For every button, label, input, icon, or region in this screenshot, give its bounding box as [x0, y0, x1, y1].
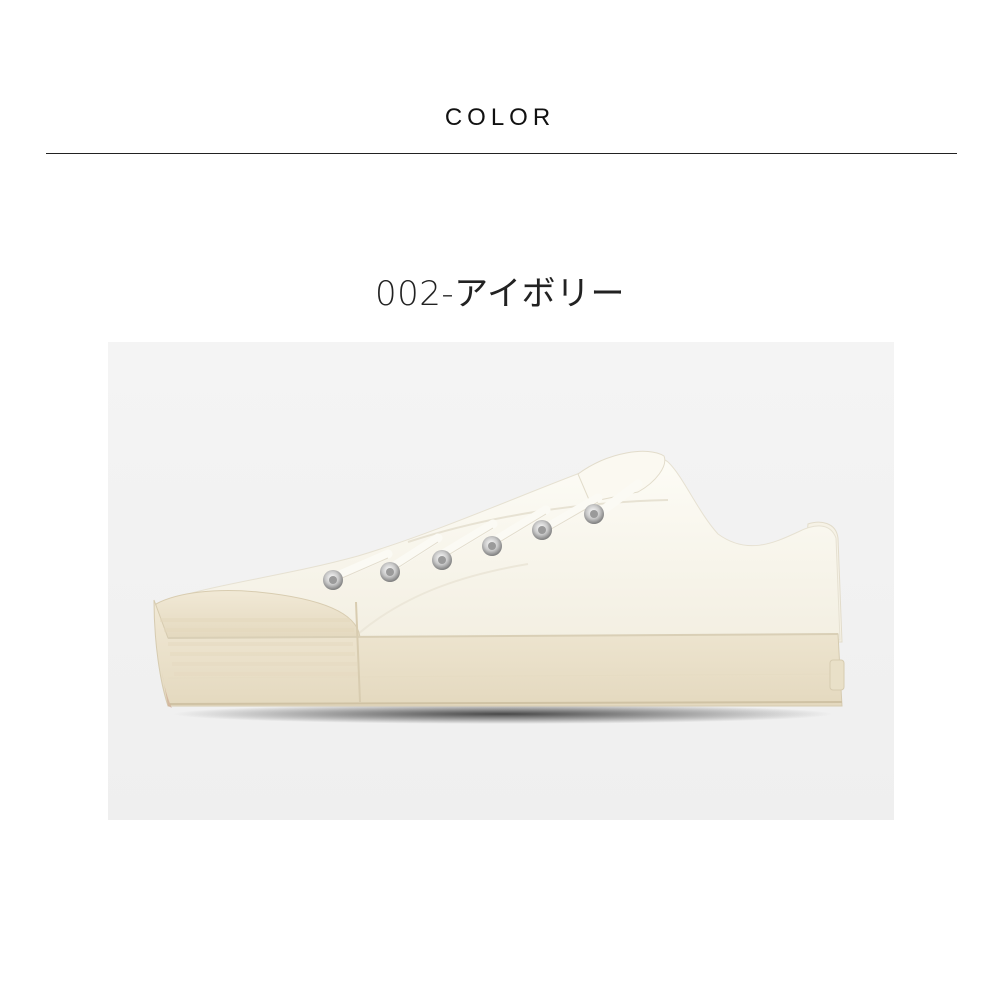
header-divider — [46, 153, 957, 154]
color-variant-label: 002-アイボリー — [375, 274, 625, 314]
heel-tab — [829, 659, 845, 691]
shoe-shadow — [173, 704, 833, 724]
section-title: COLOR — [444, 104, 556, 131]
sneaker-illustration — [108, 342, 894, 820]
product-photo — [108, 342, 894, 820]
